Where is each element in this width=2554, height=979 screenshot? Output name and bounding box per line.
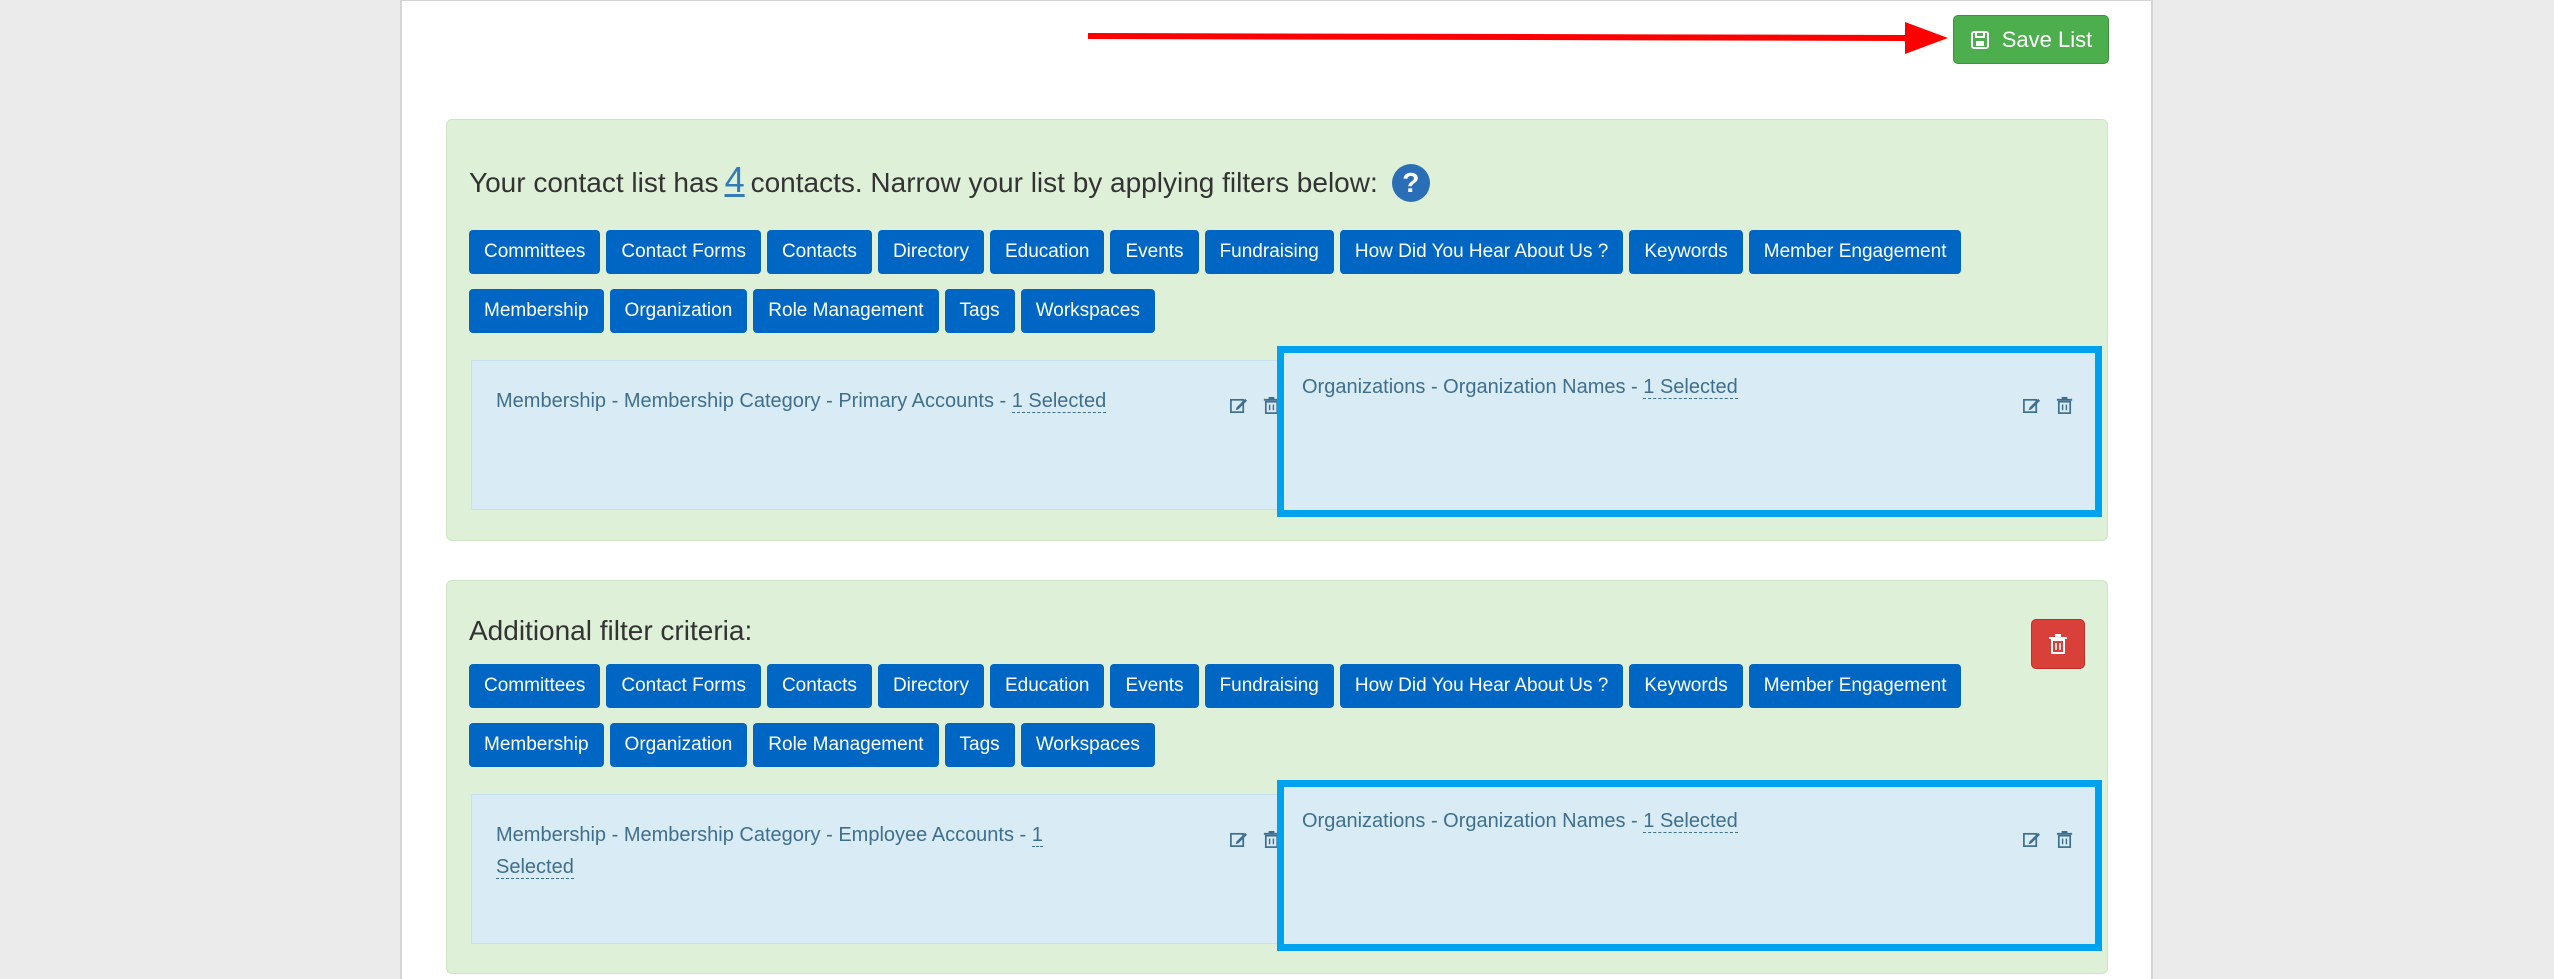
category-button-events[interactable]: Events [1110, 230, 1199, 274]
edit-icon[interactable] [2022, 830, 2041, 849]
trash-icon [2049, 634, 2067, 654]
selected-count-link[interactable]: 1 Selected [1643, 376, 1738, 399]
category-button-committees[interactable]: Committees [469, 664, 601, 708]
category-button-directory[interactable]: Directory [877, 664, 984, 708]
category-button-member-engagement[interactable]: Member Engagement [1748, 230, 1962, 274]
category-button-membership[interactable]: Membership [469, 723, 604, 767]
filter-label: Membership - Membership Category - Prima… [496, 390, 1107, 413]
contact-list-title: Your contact list has 4 contacts. Narrow… [469, 159, 1430, 204]
category-button-how-did-you-hear-about-us[interactable]: How Did You Hear About Us ? [1339, 230, 1624, 274]
edit-icon[interactable] [2022, 396, 2041, 415]
category-button-workspaces[interactable]: Workspaces [1020, 289, 1155, 333]
selected-count-link[interactable]: Selected [496, 856, 574, 879]
filter-membership-employee: Membership - Membership Category - Emplo… [471, 794, 1283, 944]
contact-count-link[interactable]: 4 [725, 159, 745, 201]
edit-icon[interactable] [1229, 830, 1248, 849]
category-button-role-management[interactable]: Role Management [753, 289, 939, 333]
edit-icon[interactable] [1229, 396, 1248, 415]
category-button-tags[interactable]: Tags [944, 289, 1015, 333]
category-row-2: Membership Organization Role Management Tag… [469, 723, 1155, 767]
title-suffix: contacts. Narrow your list by applying f… [750, 167, 1378, 198]
category-button-education[interactable]: Education [989, 664, 1105, 708]
additional-filter-panel: Additional filter criteria: Committees Co… [446, 580, 2108, 974]
save-list-label: Save List [2001, 26, 2093, 52]
selected-count-link[interactable]: 1 Selected [1011, 390, 1107, 413]
selected-count-link[interactable]: 1 [1031, 824, 1043, 847]
floppy-disk-icon [1970, 30, 1989, 49]
category-button-contact-forms[interactable]: Contact Forms [606, 230, 761, 274]
category-button-role-management[interactable]: Role Management [753, 723, 939, 767]
category-button-organization[interactable]: Organization [609, 723, 748, 767]
category-button-keywords[interactable]: Keywords [1629, 664, 1743, 708]
trash-icon[interactable] [2055, 830, 2074, 849]
category-button-contacts[interactable]: Contacts [766, 664, 872, 708]
category-button-member-engagement[interactable]: Member Engagement [1748, 664, 1962, 708]
selected-count-link[interactable]: 1 Selected [1643, 810, 1738, 833]
category-button-education[interactable]: Education [989, 230, 1105, 274]
filter-label: Organizations - Organization Names - 1 S… [1302, 810, 1738, 833]
contact-list-panel: Your contact list has 4 contacts. Narrow… [446, 119, 2108, 541]
category-button-contact-forms[interactable]: Contact Forms [606, 664, 761, 708]
filter-organization-names: Organizations - Organization Names - 1 S… [1277, 346, 2102, 517]
category-row-1: Committees Contact Forms Contacts Directory… [469, 664, 1962, 708]
category-button-contacts[interactable]: Contacts [766, 230, 872, 274]
category-row-1: Committees Contact Forms Contacts Directory… [469, 230, 1962, 274]
category-button-directory[interactable]: Directory [877, 230, 984, 274]
filter-label: Organizations - Organization Names - 1 S… [1302, 376, 1738, 399]
category-button-events[interactable]: Events [1110, 664, 1199, 708]
category-row-2: Membership Organization Role Management Tag… [469, 289, 1155, 333]
filter-label: Membership - Membership Category - Emplo… [496, 824, 1043, 879]
category-button-fundraising[interactable]: Fundraising [1204, 230, 1334, 274]
title-prefix: Your contact list has [469, 167, 719, 198]
category-button-workspaces[interactable]: Workspaces [1020, 723, 1155, 767]
help-question-icon[interactable]: ? [1391, 164, 1430, 202]
category-button-committees[interactable]: Committees [469, 230, 601, 274]
trash-icon[interactable] [2055, 396, 2074, 415]
category-button-tags[interactable]: Tags [944, 723, 1015, 767]
category-button-keywords[interactable]: Keywords [1629, 230, 1743, 274]
filter-organization-names: Organizations - Organization Names - 1 S… [1277, 780, 2102, 951]
category-button-how-did-you-hear-about-us[interactable]: How Did You Hear About Us ? [1339, 664, 1624, 708]
delete-filter-section-button[interactable] [2031, 619, 2085, 669]
category-button-fundraising[interactable]: Fundraising [1204, 664, 1334, 708]
save-list-button[interactable]: Save List [1953, 15, 2109, 64]
additional-filter-title: Additional filter criteria: [469, 615, 753, 646]
category-button-organization[interactable]: Organization [609, 289, 748, 333]
category-button-membership[interactable]: Membership [469, 289, 604, 333]
filter-membership-primary: Membership - Membership Category - Prima… [471, 360, 1283, 510]
